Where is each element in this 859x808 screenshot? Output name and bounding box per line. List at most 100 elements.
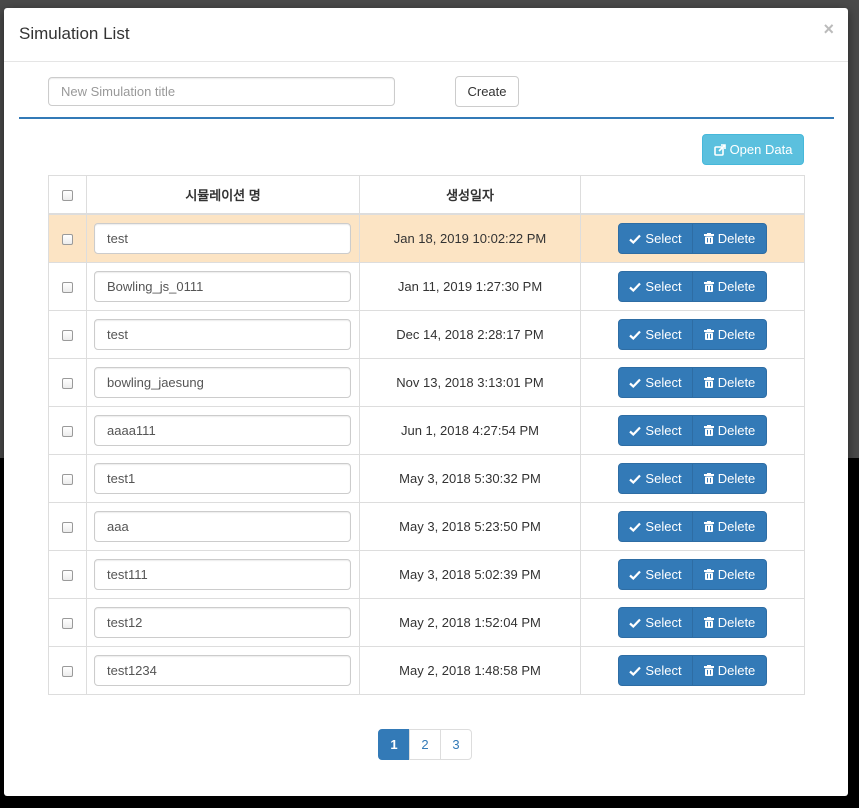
row-checkbox[interactable]	[62, 282, 73, 294]
select-all-cell	[48, 175, 87, 215]
row-actions-cell: Select Delete	[580, 646, 805, 695]
row-created-date: May 3, 2018 5:30:32 PM	[359, 454, 581, 503]
simulation-name-input[interactable]	[94, 271, 351, 302]
row-checkbox[interactable]	[62, 234, 73, 246]
row-name-cell	[86, 550, 360, 599]
row-checkbox-cell	[48, 550, 87, 599]
row-created-date: Jan 18, 2019 10:02:22 PM	[359, 213, 581, 263]
delete-button[interactable]: Delete	[692, 655, 767, 686]
row-checkbox-cell	[48, 310, 87, 359]
table-body: Jan 18, 2019 10:02:22 PMSelectDeleteJan …	[48, 213, 805, 695]
delete-label: Delete	[717, 279, 756, 294]
select-button[interactable]: Select	[618, 559, 693, 590]
check-icon	[629, 282, 642, 292]
trash-icon	[703, 569, 714, 580]
simulation-table: 시뮬레이션 명 생성일자 Jan 18, 2019 10:02:22 PM Sel…	[48, 175, 805, 695]
row-action-group: Select Delete	[618, 655, 767, 686]
row-checkbox[interactable]	[62, 474, 73, 486]
delete-label: Delete	[717, 375, 756, 390]
row-checkbox[interactable]	[62, 618, 73, 630]
trash-icon	[703, 473, 714, 484]
select-label: Select	[645, 663, 682, 678]
new-simulation-title-input[interactable]	[48, 77, 395, 106]
header-actions	[580, 175, 805, 215]
page-link-1[interactable]: 1	[378, 729, 410, 760]
select-label: Select	[645, 279, 682, 294]
table-row: May 3, 2018 5:30:32 PM Select Delete	[48, 454, 805, 503]
delete-button[interactable]: Delete	[692, 319, 767, 350]
simulation-name-input[interactable]	[94, 319, 351, 350]
select-button[interactable]: Select	[618, 319, 693, 350]
select-all-checkbox[interactable]	[62, 190, 73, 202]
page-link-3[interactable]: 3	[440, 729, 472, 760]
row-actions-cell: Select Delete	[580, 406, 805, 455]
close-icon[interactable]: ×	[823, 20, 834, 38]
simulation-name-input[interactable]	[94, 559, 351, 590]
select-button[interactable]: Select	[618, 271, 693, 302]
select-button[interactable]: Select	[618, 367, 693, 398]
select-button[interactable]: Select	[618, 223, 693, 254]
row-name-cell	[86, 646, 360, 695]
check-icon	[629, 234, 642, 244]
row-actions-cell: Select Delete	[580, 550, 805, 599]
row-created-date: Jan 11, 2019 1:27:30 PM	[359, 262, 581, 311]
trash-icon	[703, 617, 714, 628]
delete-button[interactable]: Delete	[692, 271, 767, 302]
simulation-name-input[interactable]	[94, 511, 351, 542]
modal-title: Simulation List	[19, 24, 130, 43]
row-action-group: Select Delete	[618, 415, 767, 446]
row-checkbox[interactable]	[62, 378, 73, 390]
table-header-row: 시뮬레이션 명 생성일자	[48, 175, 805, 215]
open-data-button[interactable]: Open Data	[702, 134, 804, 165]
row-name-cell	[86, 598, 360, 647]
create-button[interactable]: Create	[455, 76, 519, 107]
simulation-name-input[interactable]	[94, 415, 351, 446]
table-row: May 3, 2018 5:23:50 PM Select Delete	[48, 502, 805, 551]
page-link-2[interactable]: 2	[409, 729, 441, 760]
trash-icon	[703, 281, 714, 292]
simulation-name-input[interactable]	[94, 463, 351, 494]
row-actions-cell: Select Delete	[580, 358, 805, 407]
row-checkbox[interactable]	[62, 426, 73, 438]
delete-button[interactable]: Delete	[692, 511, 767, 542]
delete-button[interactable]: Delete	[692, 463, 767, 494]
table-row: Dec 14, 2018 2:28:17 PM Select Delete	[48, 310, 805, 359]
delete-label: Delete	[717, 423, 756, 438]
table-row: Jan 18, 2019 10:02:22 PM Select Delete	[48, 213, 805, 263]
row-created-date: May 3, 2018 5:23:50 PM	[359, 502, 581, 551]
row-created-date: Jun 1, 2018 4:27:54 PM	[359, 406, 581, 455]
simulation-name-input[interactable]	[94, 223, 351, 254]
row-action-group: Select Delete	[618, 271, 767, 302]
delete-button[interactable]: Delete	[692, 223, 767, 254]
delete-label: Delete	[717, 615, 756, 630]
row-checkbox-cell	[48, 598, 87, 647]
check-icon	[629, 570, 642, 580]
select-button[interactable]: Select	[618, 463, 693, 494]
delete-button[interactable]: Delete	[692, 415, 767, 446]
row-checkbox[interactable]	[62, 330, 73, 342]
delete-button[interactable]: Delete	[692, 559, 767, 590]
select-button[interactable]: Select	[618, 511, 693, 542]
row-actions-cell: Select Delete	[580, 310, 805, 359]
select-label: Select	[645, 423, 682, 438]
simulation-name-input[interactable]	[94, 607, 351, 638]
row-checkbox[interactable]	[62, 666, 73, 678]
check-icon	[629, 330, 642, 340]
row-checkbox[interactable]	[62, 570, 73, 582]
trash-icon	[703, 377, 714, 388]
table-row: May 2, 2018 1:52:04 PM Select Delete	[48, 598, 805, 647]
simulation-name-input[interactable]	[94, 367, 351, 398]
row-checkbox[interactable]	[62, 522, 73, 534]
row-created-date: Dec 14, 2018 2:28:17 PM	[359, 310, 581, 359]
delete-button[interactable]: Delete	[692, 367, 767, 398]
trash-icon	[703, 329, 714, 340]
delete-button[interactable]: Delete	[692, 607, 767, 638]
trash-icon	[703, 425, 714, 436]
row-actions-cell: Select Delete	[580, 262, 805, 311]
simulation-name-input[interactable]	[94, 655, 351, 686]
select-button[interactable]: Select	[618, 655, 693, 686]
select-label: Select	[645, 567, 682, 582]
select-button[interactable]: Select	[618, 415, 693, 446]
modal-header: Simulation List ×	[4, 8, 848, 62]
select-button[interactable]: Select	[618, 607, 693, 638]
